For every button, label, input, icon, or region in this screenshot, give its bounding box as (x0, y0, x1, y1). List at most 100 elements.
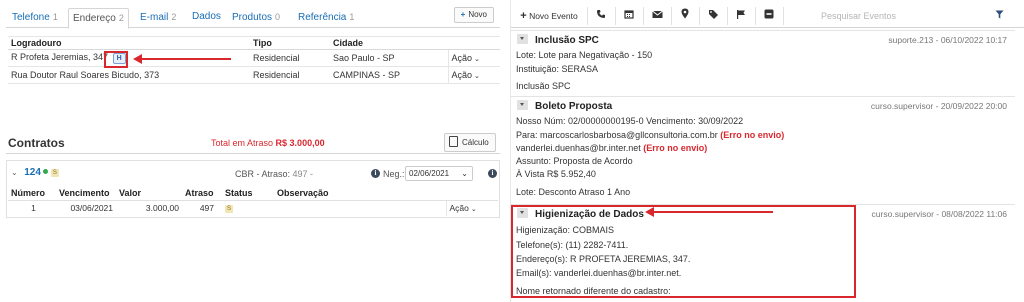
novo-evento-button[interactable]: + Novo Evento (515, 7, 583, 25)
column-header-vencimento: Vencimento (56, 187, 116, 201)
event-title: Inclusão SPC (535, 35, 599, 46)
novo-label: Novo (468, 10, 487, 19)
tipo-cell: Residencial (250, 66, 330, 84)
table-row: Rua Doutor Raul Soares Bicudo, 373 Resid… (8, 66, 500, 84)
address-text: Rua Doutor Raul Soares Bicudo, 373 (8, 66, 250, 84)
column-header-valor: Valor (116, 187, 182, 201)
search-events-input[interactable]: Pesquisar Eventos (821, 11, 896, 21)
tab-count: 2 (171, 12, 177, 22)
tab-label: Telefone (12, 12, 50, 23)
info-icon[interactable]: i (371, 169, 380, 178)
tab-label: E-mail (140, 12, 169, 23)
status-cell: S (222, 200, 274, 216)
acao-dropdown[interactable]: Ação ⌄ (445, 200, 498, 216)
chevron-down-icon[interactable]: ⌄ (11, 168, 18, 177)
contratos-title: Contratos (8, 136, 65, 150)
calendar-icon[interactable] (619, 7, 639, 25)
envelope-icon[interactable] (647, 7, 667, 25)
tipo-cell: Residencial (250, 49, 330, 67)
status-dot (42, 169, 48, 174)
event-line: Lote: Lote para Negativação - 150 (516, 50, 653, 60)
contract-card: ⌄ 124 S CBR - Atraso: 497 - i Neg.: 02/06… (6, 160, 500, 218)
event-item: Boleto Proposta curso.supervisor - 20/09… (511, 96, 1015, 204)
flag-icon[interactable] (731, 7, 751, 25)
cbr-value: 497 - (292, 169, 314, 179)
column-header-status: Status (222, 187, 274, 201)
divider (587, 7, 588, 25)
tab-count: 2 (118, 13, 124, 23)
divider (643, 7, 644, 25)
minus-square-icon[interactable] (759, 7, 779, 25)
address-tabs: Telefone 1 Endereço 2 E-mail 2 Dados Produt… (6, 4, 500, 29)
tab-produtos[interactable]: Produtos 0 (228, 8, 284, 28)
event-line: Instituição: SERASA (516, 64, 599, 74)
calculo-button[interactable]: Cálculo (444, 133, 496, 152)
chevron-down-icon[interactable] (517, 100, 528, 111)
phone-icon[interactable] (591, 7, 611, 25)
plus-icon: + (520, 10, 527, 22)
contract-table: Número Vencimento Valor Atraso Status Ob… (8, 187, 498, 216)
tab-telefone[interactable]: Telefone 1 (8, 8, 62, 28)
address-table: Logradouro Tipo Cidade R Profeta Jeremia… (8, 36, 500, 84)
event-title: Boleto Proposta (535, 101, 613, 112)
event-line: Inclusão SPC (516, 81, 571, 91)
left-panel: Telefone 1 Endereço 2 E-mail 2 Dados Produt… (0, 0, 505, 302)
annotation-highlight-box (104, 51, 128, 68)
divider (615, 7, 616, 25)
event-line: Lote: Desconto Atraso 1 Ano (516, 187, 631, 197)
email-recipient: vanderlei.duenhas@br.inter.net (516, 143, 641, 153)
tags-icon[interactable] (703, 7, 723, 25)
column-header-tipo: Tipo (250, 36, 330, 50)
tab-referencia[interactable]: Referência 1 (294, 8, 358, 28)
neg-date-select[interactable]: 02/06/2021 ⌄ (405, 166, 473, 181)
divider (671, 7, 672, 25)
observacao-cell (274, 200, 446, 216)
contract-header[interactable]: ⌄ 124 S (11, 167, 59, 178)
event-meta: suporte.213 - 06/10/2022 10:17 (888, 35, 1007, 45)
contract-number[interactable]: 124 (24, 167, 41, 178)
filter-icon[interactable] (989, 7, 1009, 25)
chevron-down-icon[interactable] (517, 34, 528, 45)
tab-count: 1 (349, 12, 355, 22)
annotation-arrow-line (141, 58, 231, 60)
acao-label: Ação (451, 70, 473, 80)
acao-dropdown[interactable]: Ação ⌄ (447, 49, 500, 67)
atraso-value: R$ 3.000,00 (275, 138, 325, 148)
table-row: 1 03/06/2021 3.000,00 497 S Ação ⌄ (8, 200, 498, 216)
total-atraso: Total em Atraso R$ 3.000,00 (211, 138, 325, 148)
tab-endereco[interactable]: Endereço 2 (68, 8, 129, 29)
status-badge: S (50, 168, 59, 177)
tab-label: Produtos (232, 12, 273, 23)
cbr-label: CBR - Atraso: (235, 169, 291, 179)
neg-date-value: 02/06/2021 (409, 169, 450, 178)
tab-email[interactable]: E-mail 2 (136, 8, 180, 28)
event-line: Assunto: Proposta de Acordo (516, 156, 633, 166)
column-header-actions (446, 187, 498, 201)
chevron-down-icon: ⌄ (474, 73, 480, 80)
error-label: (Erro no envio) (643, 143, 708, 153)
divider (727, 7, 728, 25)
acao-dropdown[interactable]: Ação ⌄ (447, 66, 500, 84)
column-header-atraso: Atraso (182, 187, 222, 201)
address-table-header: Logradouro Tipo Cidade (8, 36, 500, 50)
status-badge: S (225, 205, 234, 213)
tab-label: Dados (192, 11, 221, 22)
novo-evento-label: Novo Evento (529, 11, 578, 21)
valor-cell: 3.000,00 (145, 203, 179, 214)
column-header-observacao: Observação (274, 187, 446, 201)
cidade-cell: CAMPINAS - SP (330, 66, 448, 84)
novo-button[interactable]: + Novo (453, 7, 494, 23)
atraso-label: Total em Atraso (211, 138, 274, 148)
acao-label: Ação (449, 203, 469, 214)
tab-dados[interactable]: Dados (188, 8, 225, 28)
event-line: vanderlei.duenhas@br.inter.net (Erro no … (516, 143, 707, 153)
atraso-cell: 497 (199, 203, 214, 214)
event-header[interactable]: Boleto Proposta (517, 100, 613, 112)
map-marker-icon[interactable] (675, 7, 695, 25)
chevron-down-icon: ⌄ (461, 169, 468, 178)
event-header[interactable]: Inclusão SPC (517, 34, 599, 46)
events-toolbar: + Novo Evento Pesquisar Eventos (511, 4, 1024, 28)
info-icon[interactable]: i (488, 169, 497, 178)
numero-cell: 1 (31, 203, 36, 214)
events-panel: + Novo Evento Pesquisar Eventos Inclusão… (510, 0, 1024, 302)
